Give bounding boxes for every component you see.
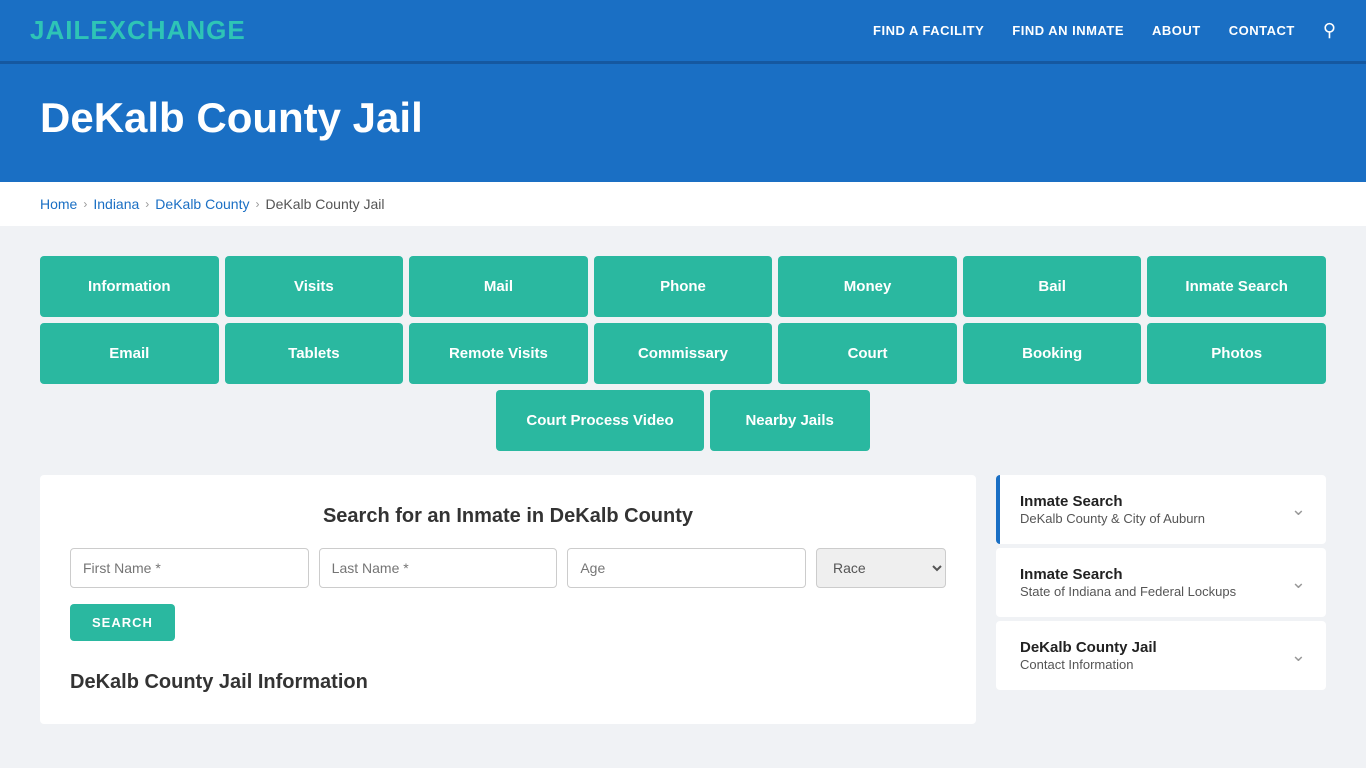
sidebar-card-indiana[interactable]: Inmate Search State of Indiana and Feder… bbox=[996, 548, 1326, 617]
last-name-input[interactable] bbox=[319, 548, 558, 588]
nav-contact[interactable]: CONTACT bbox=[1229, 23, 1295, 38]
sidebar-card-dekalb[interactable]: Inmate Search DeKalb County & City of Au… bbox=[996, 475, 1326, 544]
grid-row-2: Email Tablets Remote Visits Commissary C… bbox=[40, 323, 1326, 384]
sidebar-card-contact-subtitle: Contact Information bbox=[1020, 657, 1133, 672]
content-area: Search for an Inmate in DeKalb County Ra… bbox=[40, 475, 1326, 724]
btn-booking[interactable]: Booking bbox=[963, 323, 1142, 384]
search-button[interactable]: SEARCH bbox=[70, 604, 175, 641]
chevron-down-icon-2: ⌄ bbox=[1291, 572, 1306, 593]
age-input[interactable] bbox=[567, 548, 806, 588]
page-title: DeKalb County Jail bbox=[40, 94, 1326, 142]
main-content: Information Visits Mail Phone Money Bail… bbox=[0, 226, 1366, 754]
btn-photos[interactable]: Photos bbox=[1147, 323, 1326, 384]
btn-bail[interactable]: Bail bbox=[963, 256, 1142, 317]
breadcrumb-current: DeKalb County Jail bbox=[265, 196, 384, 212]
btn-tablets[interactable]: Tablets bbox=[225, 323, 404, 384]
breadcrumb-dekalb-county[interactable]: DeKalb County bbox=[155, 196, 249, 212]
hero-section: DeKalb County Jail bbox=[0, 64, 1366, 182]
breadcrumb-sep-1: › bbox=[83, 197, 87, 211]
chevron-down-icon-1: ⌄ bbox=[1291, 499, 1306, 520]
btn-visits[interactable]: Visits bbox=[225, 256, 404, 317]
first-name-input[interactable] bbox=[70, 548, 309, 588]
sidebar-card-contact-text: DeKalb County Jail Contact Information bbox=[1020, 639, 1157, 672]
btn-money[interactable]: Money bbox=[778, 256, 957, 317]
btn-commissary[interactable]: Commissary bbox=[594, 323, 773, 384]
chevron-down-icon-3: ⌄ bbox=[1291, 645, 1306, 666]
breadcrumb-sep-3: › bbox=[255, 197, 259, 211]
btn-court[interactable]: Court bbox=[778, 323, 957, 384]
breadcrumb: Home › Indiana › DeKalb County › DeKalb … bbox=[0, 182, 1366, 226]
sidebar-card-contact[interactable]: DeKalb County Jail Contact Information ⌄ bbox=[996, 621, 1326, 690]
logo-part1: JAIL bbox=[30, 15, 90, 45]
nav-links: FIND A FACILITY FIND AN INMATE ABOUT CON… bbox=[873, 20, 1336, 41]
sidebar-card-dekalb-subtitle: DeKalb County & City of Auburn bbox=[1020, 511, 1205, 526]
logo-part2: EXCHANGE bbox=[90, 15, 245, 45]
btn-mail[interactable]: Mail bbox=[409, 256, 588, 317]
sidebar-card-indiana-title: Inmate Search bbox=[1020, 566, 1236, 583]
search-icon[interactable]: ⚲ bbox=[1323, 20, 1336, 41]
search-form: Race White Black Hispanic Asian Other bbox=[70, 548, 946, 588]
btn-inmate-search[interactable]: Inmate Search bbox=[1147, 256, 1326, 317]
race-select[interactable]: Race White Black Hispanic Asian Other bbox=[816, 548, 946, 588]
btn-nearby-jails[interactable]: Nearby Jails bbox=[710, 390, 870, 451]
btn-remote-visits[interactable]: Remote Visits bbox=[409, 323, 588, 384]
info-title: DeKalb County Jail Information bbox=[70, 671, 946, 694]
btn-information[interactable]: Information bbox=[40, 256, 219, 317]
site-logo[interactable]: JAILEXCHANGE bbox=[30, 15, 246, 46]
btn-phone[interactable]: Phone bbox=[594, 256, 773, 317]
breadcrumb-indiana[interactable]: Indiana bbox=[93, 196, 139, 212]
sidebar-card-indiana-text: Inmate Search State of Indiana and Feder… bbox=[1020, 566, 1236, 599]
sidebar-card-indiana-subtitle: State of Indiana and Federal Lockups bbox=[1020, 584, 1236, 599]
nav-about[interactable]: ABOUT bbox=[1152, 23, 1201, 38]
sidebar-card-dekalb-text: Inmate Search DeKalb County & City of Au… bbox=[1020, 493, 1205, 526]
left-panel: Search for an Inmate in DeKalb County Ra… bbox=[40, 475, 976, 724]
breadcrumb-sep-2: › bbox=[145, 197, 149, 211]
navbar: JAILEXCHANGE FIND A FACILITY FIND AN INM… bbox=[0, 0, 1366, 64]
right-panel: Inmate Search DeKalb County & City of Au… bbox=[996, 475, 1326, 724]
btn-court-process-video[interactable]: Court Process Video bbox=[496, 390, 703, 451]
sidebar-card-contact-title: DeKalb County Jail bbox=[1020, 639, 1157, 656]
btn-email[interactable]: Email bbox=[40, 323, 219, 384]
nav-find-facility[interactable]: FIND A FACILITY bbox=[873, 23, 984, 38]
grid-row-3: Court Process Video Nearby Jails bbox=[40, 390, 1326, 451]
breadcrumb-home[interactable]: Home bbox=[40, 196, 77, 212]
search-title: Search for an Inmate in DeKalb County bbox=[70, 505, 946, 528]
grid-row-1: Information Visits Mail Phone Money Bail… bbox=[40, 256, 1326, 317]
nav-find-inmate[interactable]: FIND AN INMATE bbox=[1012, 23, 1124, 38]
sidebar-card-dekalb-title: Inmate Search bbox=[1020, 493, 1205, 510]
